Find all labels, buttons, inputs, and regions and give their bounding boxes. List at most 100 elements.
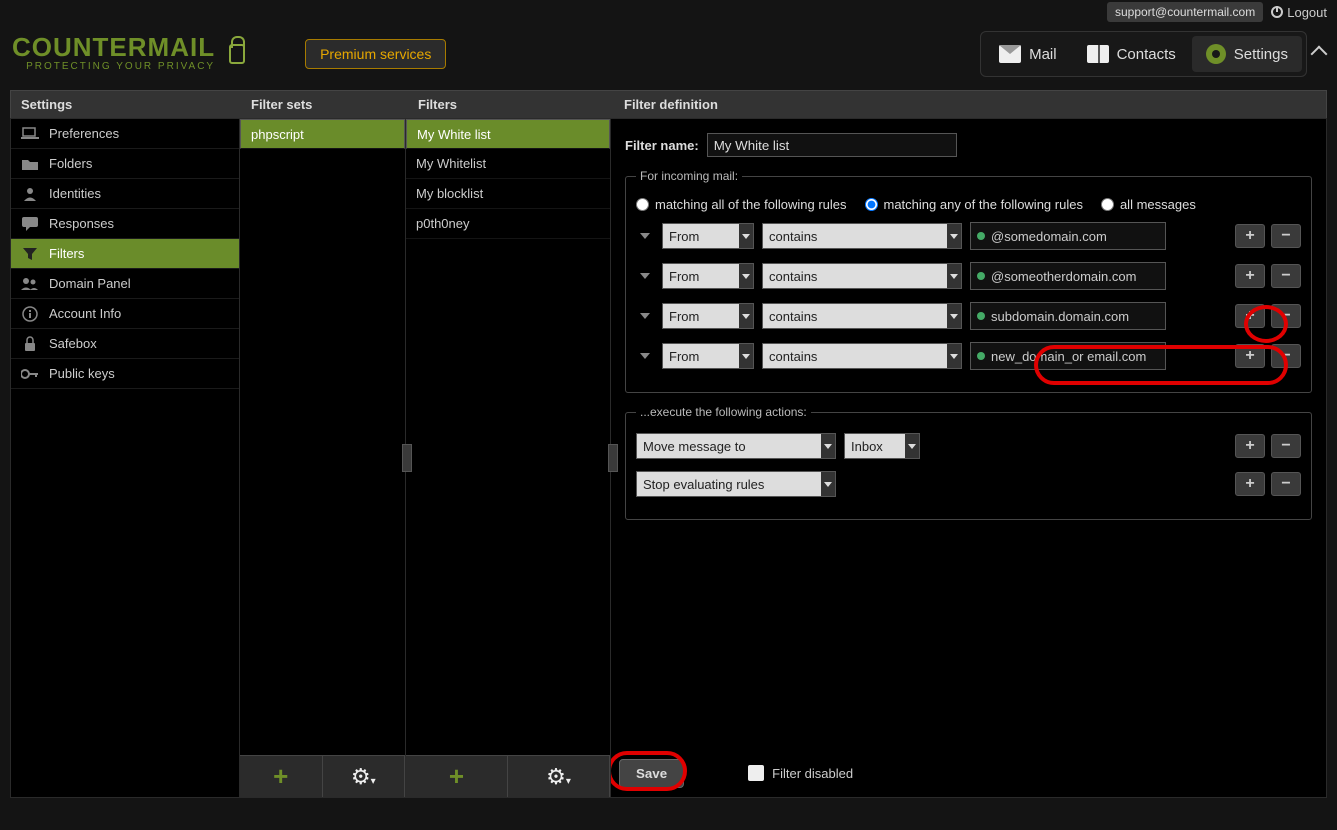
save-button[interactable]: Save xyxy=(619,759,684,788)
lock-icon xyxy=(21,337,39,351)
logout-link[interactable]: Logout xyxy=(1271,5,1327,20)
action-target-select[interactable]: Inbox xyxy=(844,433,920,459)
filter-item[interactable]: My White list xyxy=(406,119,610,149)
remove-action-button[interactable]: − xyxy=(1271,472,1301,496)
rule-op-select[interactable]: contains xyxy=(762,303,962,329)
rule-value-input[interactable]: @somedomain.com xyxy=(970,222,1166,250)
add-action-button[interactable]: + xyxy=(1235,434,1265,458)
filter-disabled-checkbox[interactable]: Filter disabled xyxy=(748,765,853,781)
add-filterset-button[interactable]: + xyxy=(240,756,323,797)
add-rule-button[interactable]: + xyxy=(1235,304,1265,328)
tab-settings-label: Settings xyxy=(1234,46,1288,63)
rule-field-select[interactable]: From xyxy=(662,263,754,289)
radio-all-messages[interactable]: all messages xyxy=(1101,197,1196,212)
rule-row: From contains @somedomain.com +− xyxy=(636,222,1301,250)
radio-match-all[interactable]: matching all of the following rules xyxy=(636,197,847,212)
nav-public-keys[interactable]: Public keys xyxy=(11,359,239,389)
remove-rule-button[interactable]: − xyxy=(1271,344,1301,368)
chevron-down-icon[interactable] xyxy=(640,353,650,359)
filter-definition: Filter name: For incoming mail: matching… xyxy=(610,118,1327,798)
filter-item[interactable]: p0th0ney xyxy=(406,209,610,239)
rules-fieldset: For incoming mail: matching all of the f… xyxy=(625,169,1312,393)
plus-icon: + xyxy=(449,761,464,792)
people-icon xyxy=(21,277,39,291)
rule-op-select[interactable]: contains xyxy=(762,343,962,369)
remove-rule-button[interactable]: − xyxy=(1271,264,1301,288)
person-icon xyxy=(21,187,39,201)
column-headers: Settings Filter sets Filters Filter defi… xyxy=(10,90,1327,118)
premium-button[interactable]: Premium services xyxy=(305,39,446,69)
settings-nav: Preferences Folders Identities Responses… xyxy=(10,118,240,798)
add-rule-button[interactable]: + xyxy=(1235,264,1265,288)
status-dot-icon xyxy=(977,232,985,240)
remove-rule-button[interactable]: − xyxy=(1271,224,1301,248)
rule-field-select[interactable]: From xyxy=(662,343,754,369)
plus-icon: + xyxy=(273,761,288,792)
contacts-icon xyxy=(1087,45,1109,63)
nav-safebox[interactable]: Safebox xyxy=(11,329,239,359)
actions-legend: ...execute the following actions: xyxy=(636,405,811,419)
filter-name-input[interactable] xyxy=(707,133,957,157)
chevron-down-icon[interactable] xyxy=(640,313,650,319)
add-action-button[interactable]: + xyxy=(1235,472,1265,496)
tab-settings[interactable]: Settings xyxy=(1192,36,1302,72)
filterset-toolbar: + ⚙▾ xyxy=(240,755,405,797)
definition-footer: Save Filter disabled xyxy=(611,749,1326,797)
laptop-icon xyxy=(21,127,39,141)
splitter[interactable] xyxy=(402,444,412,472)
rule-op-select[interactable]: contains xyxy=(762,263,962,289)
chevron-up-icon[interactable] xyxy=(1311,46,1328,63)
tab-mail-label: Mail xyxy=(1029,46,1057,63)
tab-mail[interactable]: Mail xyxy=(985,37,1071,71)
nav-account-info[interactable]: Account Info xyxy=(11,299,239,329)
gear-icon: ⚙▾ xyxy=(351,764,376,790)
nav-filters[interactable]: Filters xyxy=(11,239,239,269)
col-settings-header: Settings xyxy=(11,91,241,118)
filterset-item[interactable]: phpscript xyxy=(240,119,405,149)
chat-icon xyxy=(21,217,39,231)
filterset-menu-button[interactable]: ⚙▾ xyxy=(323,756,406,797)
tab-contacts[interactable]: Contacts xyxy=(1073,37,1190,71)
nav-domain-panel[interactable]: Domain Panel xyxy=(11,269,239,299)
rule-field-select[interactable]: From xyxy=(662,303,754,329)
nav-preferences[interactable]: Preferences xyxy=(11,119,239,149)
col-filtersets-header: Filter sets xyxy=(241,91,408,118)
nav-identities[interactable]: Identities xyxy=(11,179,239,209)
funnel-icon xyxy=(21,247,39,261)
rule-value-input[interactable]: subdomain.domain.com xyxy=(970,302,1166,330)
nav-folders[interactable]: Folders xyxy=(11,149,239,179)
key-icon xyxy=(21,367,39,381)
add-filter-button[interactable]: + xyxy=(406,756,508,797)
nav-responses[interactable]: Responses xyxy=(11,209,239,239)
filter-item[interactable]: My Whitelist xyxy=(406,149,610,179)
chevron-down-icon[interactable] xyxy=(640,273,650,279)
filter-menu-button[interactable]: ⚙▾ xyxy=(508,756,610,797)
remove-rule-button[interactable]: − xyxy=(1271,304,1301,328)
chevron-down-icon[interactable] xyxy=(640,233,650,239)
remove-action-button[interactable]: − xyxy=(1271,434,1301,458)
info-icon xyxy=(21,307,39,321)
splitter[interactable] xyxy=(608,444,618,472)
filter-item[interactable]: My blocklist xyxy=(406,179,610,209)
folder-icon xyxy=(21,157,39,171)
support-link[interactable]: support@countermail.com xyxy=(1107,2,1263,22)
gear-icon xyxy=(1206,44,1226,64)
rule-row: From contains subdomain.domain.com +− xyxy=(636,302,1301,330)
actions-fieldset: ...execute the following actions: Move m… xyxy=(625,405,1312,520)
rule-row: From contains @someotherdomain.com +− xyxy=(636,262,1301,290)
rule-value-input[interactable]: new_domain_or email.com xyxy=(970,342,1166,370)
action-kind-select[interactable]: Stop evaluating rules xyxy=(636,471,836,497)
status-dot-icon xyxy=(977,312,985,320)
rule-value-input[interactable]: @someotherdomain.com xyxy=(970,262,1166,290)
rule-op-select[interactable]: contains xyxy=(762,223,962,249)
header: COUNTERMAIL PROTECTING YOUR PRIVACY Prem… xyxy=(0,24,1337,84)
tab-contacts-label: Contacts xyxy=(1117,46,1176,63)
status-dot-icon xyxy=(977,352,985,360)
main-tabs: Mail Contacts Settings xyxy=(980,31,1307,77)
col-definition-header: Filter definition xyxy=(614,91,1326,118)
add-rule-button[interactable]: + xyxy=(1235,224,1265,248)
action-kind-select[interactable]: Move message to xyxy=(636,433,836,459)
add-rule-button[interactable]: + xyxy=(1235,344,1265,368)
rule-field-select[interactable]: From xyxy=(662,223,754,249)
radio-match-any[interactable]: matching any of the following rules xyxy=(865,197,1083,212)
